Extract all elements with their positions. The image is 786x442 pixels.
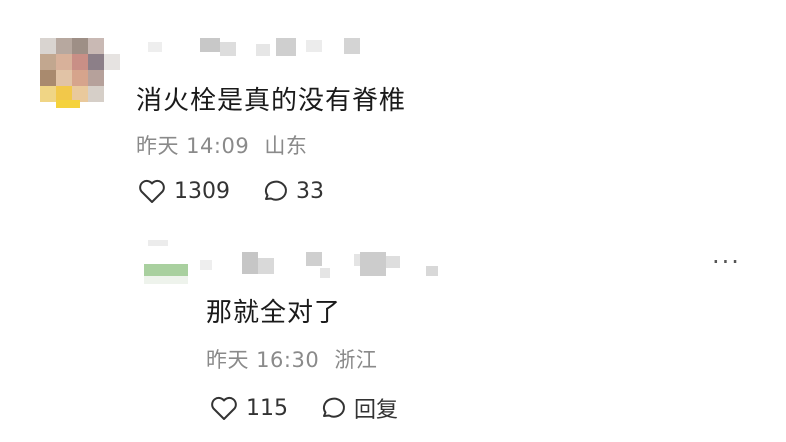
like-count: 1309 [174,178,230,204]
more-options-button[interactable]: ··· [712,248,741,276]
reply-meta: 昨天 16:30 浙江 [206,344,377,374]
comment-meta: 昨天 14:09 山东 [136,130,307,160]
speech-bubble-icon [260,178,288,204]
reply-like-button[interactable]: 115 [210,392,288,424]
comment-actions: 1309 33 [138,178,324,204]
comment-text: 消火栓是真的没有脊椎 [136,86,407,116]
heart-icon [138,178,166,204]
reply-like-count: 115 [246,395,288,421]
reply-button[interactable]: 33 [260,178,324,204]
reply-text: 那就全对了 [206,298,342,328]
reply-location: 浙江 [334,348,378,372]
reply-actions: 115 回复 [210,392,398,424]
speech-bubble-icon [318,395,346,421]
comment-time: 昨天 14:09 [136,134,250,158]
heart-icon [210,395,238,421]
reply-reply-label: 回复 [354,398,399,423]
reply-username-blurred[interactable] [200,252,460,282]
reply-time: 昨天 16:30 [206,348,320,372]
username-blurred[interactable] [138,36,378,66]
reply-reply-button[interactable]: 回复 [318,392,398,424]
reply-count: 33 [296,178,324,204]
reply-avatar[interactable] [144,240,188,284]
like-button[interactable]: 1309 [138,178,230,204]
avatar[interactable] [40,38,120,108]
comment-location: 山东 [264,134,308,158]
